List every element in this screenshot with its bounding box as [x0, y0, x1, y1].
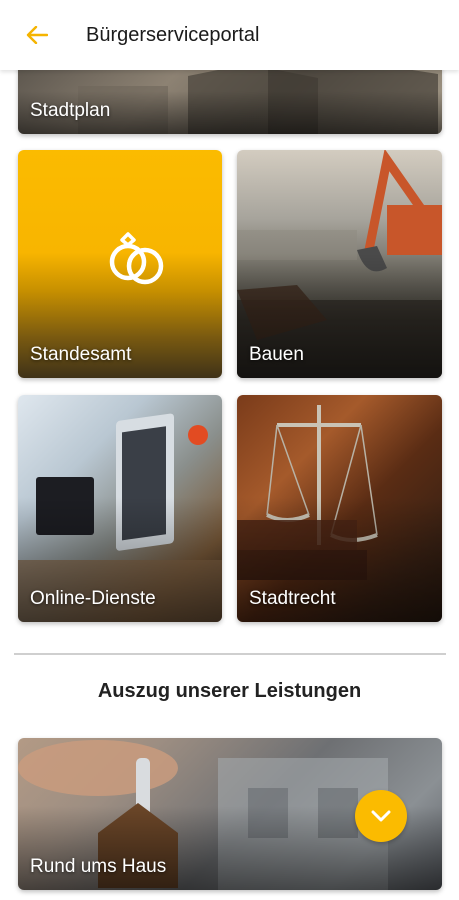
tile-label: Online-Dienste [30, 588, 156, 609]
tile-label: Bauen [249, 344, 304, 365]
section-title: Auszug unserer Leistungen [97, 680, 362, 702]
chevron-down-icon [371, 810, 391, 822]
expand-button[interactable] [355, 790, 407, 842]
back-button[interactable] [20, 18, 54, 52]
tile-bauen[interactable]: Bauen [237, 150, 442, 378]
tile-online-dienste[interactable]: Online-Dienste [18, 395, 222, 622]
tile-label: Standesamt [30, 344, 132, 365]
app-header: Bürgerserviceportal [0, 0, 459, 70]
tile-label: Stadtplan [30, 100, 111, 121]
page-title: Bürgerserviceportal [86, 23, 260, 46]
wedding-rings-icon [109, 232, 164, 285]
tile-label: Stadtrecht [249, 588, 336, 609]
tile-standesamt[interactable]: Standesamt [18, 150, 222, 378]
section-divider [14, 653, 446, 655]
arrow-left-icon [26, 26, 48, 44]
tile-stadtrecht[interactable]: Stadtrecht [237, 395, 442, 622]
card-label: Rund ums Haus [30, 856, 167, 877]
